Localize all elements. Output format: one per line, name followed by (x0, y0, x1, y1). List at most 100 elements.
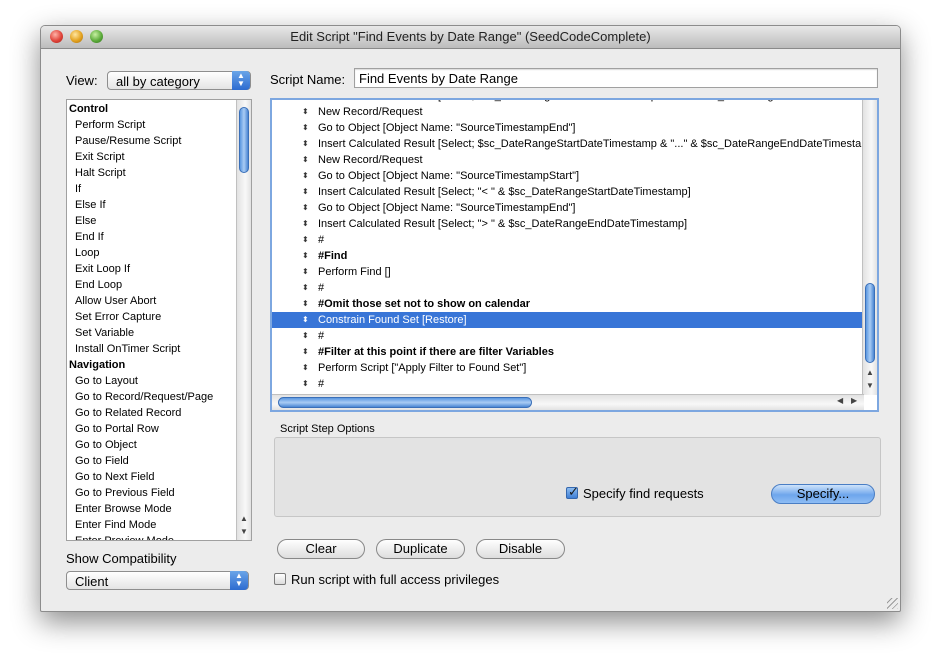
view-popup[interactable]: all by category ▲ ▼ (107, 71, 251, 90)
script-line[interactable]: ⬍ # (272, 376, 864, 392)
script-line[interactable]: ⬍ #Filter at this point if there are filt… (272, 344, 864, 360)
drag-handle-icon[interactable]: ⬍ (302, 296, 309, 312)
step-list-item[interactable]: Go to Related Record (67, 405, 235, 421)
drag-handle-icon[interactable]: ⬍ (302, 120, 309, 136)
script-line-text: #Omit those set not to show on calendar (318, 298, 531, 310)
script-line-text: Go to Object [Object Name: "SourceTimest… (318, 170, 580, 182)
step-list-item[interactable]: Exit Loop If (67, 261, 235, 277)
step-list-item[interactable]: Enter Browse Mode (67, 501, 235, 517)
step-category[interactable]: Navigation (67, 357, 235, 373)
drag-handle-icon[interactable]: ⬍ (302, 360, 309, 376)
drag-handle-icon[interactable]: ⬍ (302, 168, 309, 184)
script-line[interactable]: ⬍ New Record/Request (272, 152, 864, 168)
script-line[interactable]: ⬍ # (272, 280, 864, 296)
clear-button[interactable]: Clear (277, 539, 365, 559)
step-list-item[interactable]: If (67, 181, 235, 197)
scroll-right-arrow-icon[interactable]: ▶ (851, 396, 857, 405)
scroll-down-arrow-icon[interactable]: ▼ (863, 379, 877, 393)
title-bar[interactable]: Edit Script "Find Events by Date Range" … (41, 26, 900, 49)
step-list-item[interactable]: Else If (67, 197, 235, 213)
popup-arrows-icon: ▲ ▼ (230, 571, 248, 590)
drag-handle-icon[interactable]: ⬍ (302, 152, 309, 168)
script-line[interactable]: ⬍ # (272, 232, 864, 248)
step-list-item[interactable]: End If (67, 229, 235, 245)
drag-handle-icon[interactable]: ⬍ (302, 232, 309, 248)
script-editor-hscroll-thumb[interactable] (278, 397, 532, 408)
step-list-item[interactable]: Enter Preview Mode (67, 533, 235, 540)
script-name-input[interactable]: Find Events by Date Range (354, 68, 878, 88)
step-list-item[interactable]: Go to Portal Row (67, 421, 235, 437)
step-list-item[interactable]: Else (67, 213, 235, 229)
step-category[interactable]: Control (67, 101, 235, 117)
script-line-text: # (318, 234, 325, 246)
step-list-item[interactable]: Exit Script (67, 149, 235, 165)
drag-handle-icon[interactable]: ⬍ (302, 376, 309, 392)
resize-grip-icon[interactable] (887, 598, 898, 609)
step-list-item[interactable]: Enter Find Mode (67, 517, 235, 533)
drag-handle-icon[interactable]: ⬍ (302, 280, 309, 296)
scroll-up-arrow-icon[interactable]: ▲ (237, 512, 251, 526)
script-line-text: Insert Calculated Result [Select; "> " &… (318, 218, 688, 230)
full-access-checkbox[interactable] (274, 573, 286, 585)
duplicate-button[interactable]: Duplicate (376, 539, 465, 559)
script-line[interactable]: ⬍ Insert Calculated Result [Select; $sc_D… (272, 136, 877, 152)
scroll-left-arrow-icon[interactable]: ◀ (837, 396, 843, 405)
script-editor-scroll-thumb[interactable] (865, 283, 875, 363)
drag-handle-icon[interactable]: ⬍ (302, 136, 309, 152)
step-list-scrollbar[interactable]: ▲ ▼ (236, 100, 251, 540)
step-list-item[interactable]: Set Error Capture (67, 309, 235, 325)
script-line[interactable]: ⬍ #Find (272, 248, 864, 264)
drag-handle-icon[interactable]: ⬍ (302, 344, 309, 360)
specify-find-requests-label: Specify find requests (583, 486, 704, 501)
script-step-list[interactable]: Control Perform Script Pause/Resume Script… (66, 99, 252, 541)
script-line[interactable]: ⬍ Constrain Found Set [Restore] (272, 312, 864, 328)
step-list-item[interactable]: Go to Record/Request/Page (67, 389, 235, 405)
step-list-item[interactable]: Loop (67, 245, 235, 261)
drag-handle-icon[interactable]: ⬍ (302, 104, 309, 120)
script-line[interactable]: ⬍ #Omit those set not to show on calendar (272, 296, 864, 312)
script-line-text: Insert Calculated Result [Select; "< " &… (318, 186, 691, 198)
step-list-item[interactable]: Allow User Abort (67, 293, 235, 309)
script-line[interactable]: ⬍ New Record/Request (272, 104, 864, 120)
script-steps-editor[interactable]: ⬍ Insert Calculated Result [Select; $sc_D… (270, 98, 879, 412)
script-line[interactable]: ⬍ Go to Object [Object Name: "SourceTimes… (272, 168, 864, 184)
step-list-item[interactable]: Pause/Resume Script (67, 133, 235, 149)
script-line[interactable]: ⬍ # (272, 328, 864, 344)
drag-handle-icon[interactable]: ⬍ (302, 328, 309, 344)
drag-handle-icon[interactable]: ⬍ (302, 312, 309, 328)
step-list-item[interactable]: Perform Script (67, 117, 235, 133)
disable-button[interactable]: Disable (476, 539, 565, 559)
specify-find-requests-checkbox[interactable]: ✓ (566, 484, 579, 499)
script-line[interactable]: ⬍ Insert Calculated Result [Select; "< " … (272, 184, 864, 200)
step-list-item[interactable]: Set Variable (67, 325, 235, 341)
step-list-item[interactable]: Go to Object (67, 437, 235, 453)
script-line[interactable]: ⬍ Perform Find [] (272, 264, 864, 280)
step-list-item[interactable]: Go to Layout (67, 373, 235, 389)
drag-handle-icon[interactable]: ⬍ (302, 248, 309, 264)
script-line-text: #Find (318, 250, 348, 262)
script-line[interactable]: ⬍ Perform Script ["Apply Filter to Found … (272, 360, 864, 376)
window-title: Edit Script "Find Events by Date Range" … (290, 29, 651, 44)
step-list-item[interactable]: Go to Next Field (67, 469, 235, 485)
script-editor-hscrollbar[interactable]: ◀ ▶ (272, 394, 864, 410)
script-line[interactable]: ⬍ Go to Object [Object Name: "SourceTimes… (272, 120, 864, 136)
step-list-item[interactable]: Install OnTimer Script (67, 341, 235, 357)
script-line-text: Perform Find [] (318, 266, 391, 278)
step-list-scroll-thumb[interactable] (239, 107, 249, 173)
scroll-up-arrow-icon[interactable]: ▲ (863, 366, 877, 380)
specify-button[interactable]: Specify... (771, 484, 875, 504)
drag-handle-icon[interactable]: ⬍ (302, 184, 309, 200)
step-list-item[interactable]: End Loop (67, 277, 235, 293)
scroll-down-arrow-icon[interactable]: ▼ (237, 525, 251, 539)
drag-handle-icon[interactable]: ⬍ (302, 216, 309, 232)
step-list-item[interactable]: Halt Script (67, 165, 235, 181)
script-line[interactable]: ⬍ Go to Object [Object Name: "SourceTimes… (272, 200, 864, 216)
step-list-item[interactable]: Go to Previous Field (67, 485, 235, 501)
script-line[interactable]: ⬍ Insert Calculated Result [Select; "> " … (272, 216, 864, 232)
compatibility-popup[interactable]: Client ▲ ▼ (66, 571, 249, 590)
drag-handle-icon[interactable]: ⬍ (302, 264, 309, 280)
drag-handle-icon[interactable]: ⬍ (302, 200, 309, 216)
script-step-options-group: ✓ Specify find requests Specify... (274, 437, 881, 517)
step-list-item[interactable]: Go to Field (67, 453, 235, 469)
script-editor-scrollbar[interactable]: ▲ ▼ (862, 100, 877, 395)
